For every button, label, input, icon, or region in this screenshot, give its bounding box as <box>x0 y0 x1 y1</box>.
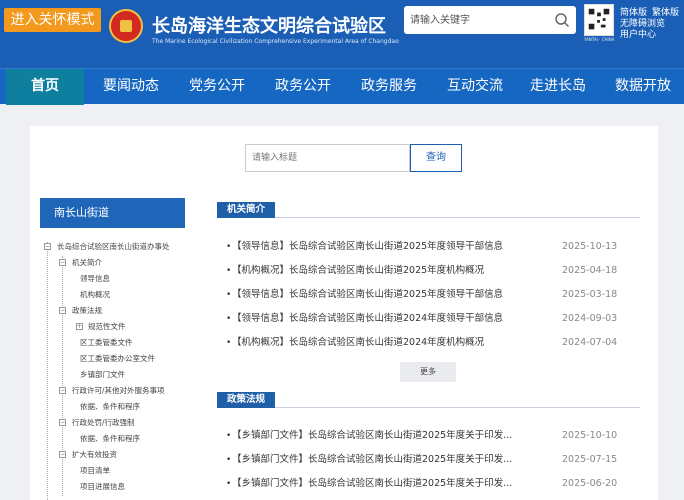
main-nav: 首页 要闻动态 党务公开 政务公开 政务服务 互动交流 走进长岛 数据开放 <box>0 68 684 105</box>
tree-item-admin-penalty[interactable]: 行政处罚/行政强制 <box>72 418 135 428</box>
news-title[interactable]: 【乡镇部门文件】长岛综合试验区南长山街道2025年度关于印发... <box>232 429 532 443</box>
bullet-icon: • <box>226 479 232 489</box>
news-title[interactable]: 【领导信息】长岛综合试验区南长山街道2024年度领导干部信息 <box>232 312 532 326</box>
collapse-toggle-icon[interactable]: − <box>59 451 66 458</box>
more-button[interactable]: 更多 <box>400 362 456 382</box>
news-title[interactable]: 【领导信息】长岛综合试验区南长山街道2025年度领导干部信息 <box>232 240 532 254</box>
nav-home[interactable]: 首页 <box>6 69 84 105</box>
bullet-icon: • <box>226 455 232 465</box>
news-date: 2025-06-20 <box>562 478 618 489</box>
news-date: 2025-07-15 <box>562 454 618 465</box>
collapse-toggle-icon[interactable]: − <box>59 307 66 314</box>
collapse-toggle-icon[interactable]: − <box>59 387 66 394</box>
bullet-icon: • <box>226 242 232 252</box>
section-header: 机关简介 <box>217 202 640 218</box>
care-mode-button[interactable]: 进入关怀模式 <box>4 8 101 32</box>
section-title: 机关简介 <box>217 202 276 218</box>
tree-item-township-docs[interactable]: 乡镇部门文件 <box>80 370 125 380</box>
bullet-icon: • <box>226 290 232 300</box>
tree-item-committee-docs[interactable]: 区工委管委文件 <box>80 338 133 348</box>
news-title[interactable]: 【乡镇部门文件】长岛综合试验区南长山街道2025年度关于印发... <box>232 477 532 491</box>
news-title[interactable]: 【乡镇部门文件】长岛综合试验区南长山街道2025年度关于印发... <box>232 453 532 467</box>
news-item[interactable]: • 【领导信息】长岛综合试验区南长山街道2025年度领导干部信息 2025-10… <box>226 240 618 254</box>
tree-item-normative-docs[interactable]: 规范性文件 <box>88 322 126 332</box>
sidebar-heading: 南长山街道 <box>40 198 185 228</box>
tree-item-project-progress[interactable]: 项目进展信息 <box>80 482 125 492</box>
news-date: 2024-07-04 <box>562 337 618 348</box>
collapse-toggle-icon[interactable]: − <box>44 243 51 250</box>
tree-item-project-list[interactable]: 项目清单 <box>80 466 110 476</box>
tree-item-basis-procedure[interactable]: 依据、条件和程序 <box>80 402 140 412</box>
site-subtitle: The Marine Ecological Civilization Compr… <box>152 38 399 45</box>
title-search-input[interactable] <box>245 144 410 172</box>
section-header: 政策法规 <box>217 392 640 408</box>
news-title[interactable]: 【机构概况】长岛综合试验区南长山街道2025年度机构概况 <box>232 264 532 278</box>
nav-party-affairs[interactable]: 党务公开 <box>174 69 260 105</box>
tree-item-admin-license[interactable]: 行政许可/其他对外服务事项 <box>72 386 165 396</box>
nav-news[interactable]: 要闻动态 <box>88 69 174 105</box>
nav-interaction[interactable]: 互动交流 <box>432 69 518 105</box>
news-date: 2025-03-18 <box>562 289 618 300</box>
site-search <box>404 6 576 34</box>
section-title: 政策法规 <box>217 392 276 408</box>
site-title: 长岛海洋生态文明综合试验区 <box>152 16 386 37</box>
user-center-link[interactable]: 用户中心 <box>620 27 656 40</box>
bullet-icon: • <box>226 266 232 276</box>
main-content: 查询 南长山街道 − 长岛综合试验区南长山街道办事处 − 机关简介 领导信息 机… <box>30 126 658 500</box>
expand-toggle-icon[interactable]: + <box>76 323 83 330</box>
org-tree: − 长岛综合试验区南长山街道办事处 − 机关简介 领导信息 机构概况 − 政策法… <box>40 234 185 500</box>
news-item[interactable]: • 【乡镇部门文件】长岛综合试验区南长山街道2025年度关于印发... 2025… <box>226 477 618 491</box>
news-date: 2025-10-13 <box>562 241 618 252</box>
news-title[interactable]: 【领导信息】长岛综合试验区南长山街道2025年度领导干部信息 <box>232 288 532 302</box>
tree-item-investment[interactable]: 扩大有效投资 <box>72 450 117 460</box>
news-date: 2024-09-03 <box>562 313 618 324</box>
query-button[interactable]: 查询 <box>410 144 462 172</box>
nav-open-data[interactable]: 数据开放 <box>604 69 682 105</box>
tree-item-leader-info[interactable]: 领导信息 <box>80 274 110 284</box>
news-item[interactable]: • 【领导信息】长岛综合试验区南长山街道2024年度领导干部信息 2024-09… <box>226 312 618 326</box>
tree-line <box>47 242 48 500</box>
news-item[interactable]: • 【乡镇部门文件】长岛综合试验区南长山街道2025年度关于印发... 2025… <box>226 429 618 443</box>
tree-item-basis-procedure[interactable]: 依据、条件和程序 <box>80 434 140 444</box>
search-icon[interactable] <box>554 12 570 28</box>
nav-gov-affairs[interactable]: 政务公开 <box>260 69 346 105</box>
search-input[interactable] <box>410 11 550 29</box>
national-emblem-icon <box>109 9 143 43</box>
news-item[interactable]: • 【机构概况】长岛综合试验区南长山街道2024年度机构概况 2024-07-0… <box>226 336 618 350</box>
tree-item-root[interactable]: 长岛综合试验区南长山街道办事处 <box>57 242 170 252</box>
nav-about-changdao[interactable]: 走进长岛 <box>518 69 598 105</box>
site-header: 进入关怀模式 长岛海洋生态文明综合试验区 The Marine Ecologic… <box>0 0 684 68</box>
news-item[interactable]: • 【机构概况】长岛综合试验区南长山街道2025年度机构概况 2025-04-1… <box>226 264 618 278</box>
tree-item-org-overview[interactable]: 机构概况 <box>80 290 110 300</box>
nav-gov-service[interactable]: 政务服务 <box>346 69 432 105</box>
bullet-icon: • <box>226 314 232 324</box>
news-title[interactable]: 【机构概况】长岛综合试验区南长山街道2024年度机构概况 <box>232 336 532 350</box>
qr-label: YANTAI · CHINA <box>584 37 615 42</box>
news-item[interactable]: • 【乡镇部门文件】长岛综合试验区南长山街道2025年度关于印发... 2025… <box>226 453 618 467</box>
collapse-toggle-icon[interactable]: − <box>59 419 66 426</box>
bullet-icon: • <box>226 338 232 348</box>
news-date: 2025-04-18 <box>562 265 618 276</box>
tree-item-office-docs[interactable]: 区工委管委办公室文件 <box>80 354 155 364</box>
tree-line <box>62 256 63 496</box>
news-date: 2025-10-10 <box>562 430 618 441</box>
bullet-icon: • <box>226 431 232 441</box>
tree-item-jigou[interactable]: 机关简介 <box>72 258 102 268</box>
qr-code-icon <box>584 4 614 36</box>
tree-item-policy[interactable]: 政策法规 <box>72 306 102 316</box>
collapse-toggle-icon[interactable]: − <box>59 259 66 266</box>
news-item[interactable]: • 【领导信息】长岛综合试验区南长山街道2025年度领导干部信息 2025-03… <box>226 288 618 302</box>
